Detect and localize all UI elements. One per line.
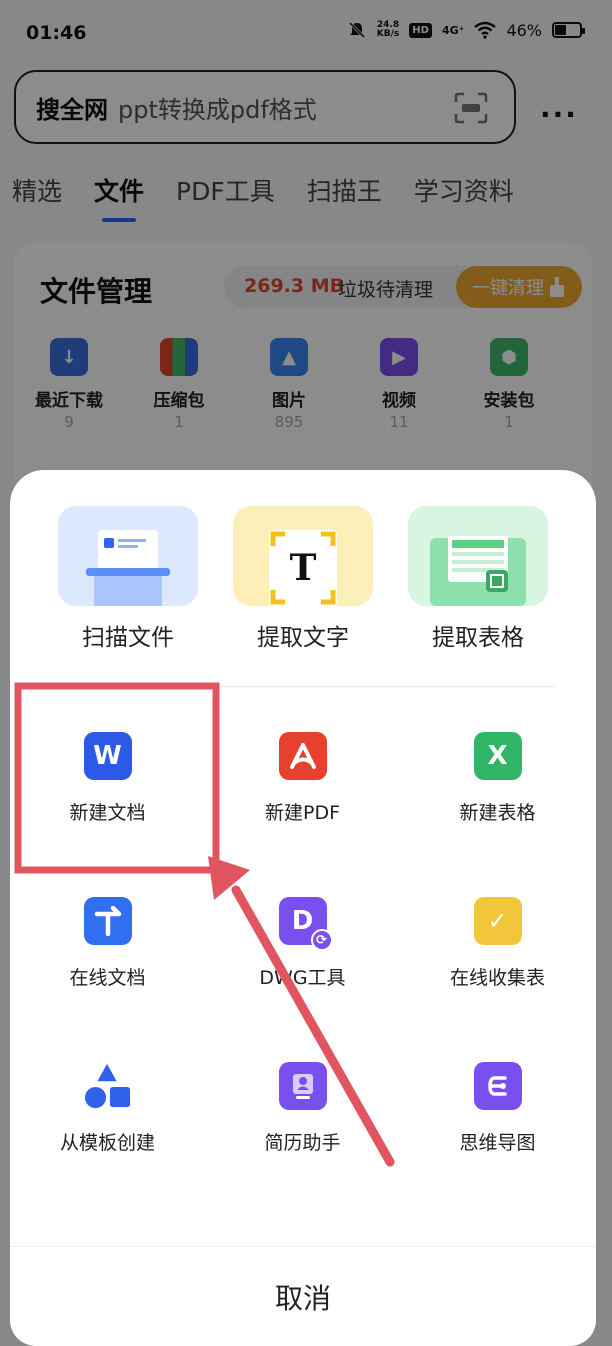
cancel-button[interactable]: 取消: [10, 1247, 596, 1346]
extract-text-icon: T: [233, 506, 373, 606]
excel-icon: X: [473, 732, 522, 780]
create-from-template-button[interactable]: 从模板创建: [10, 1062, 205, 1227]
mindmap-icon: [473, 1062, 522, 1110]
create-grid: W 新建文档 新建PDF X 新建表格 在线文档 D ⟳ DWG工具 ✓ 在线收…: [10, 732, 596, 1227]
grid-label: 新建文档: [69, 802, 146, 824]
resume-assistant-button[interactable]: 简历助手: [205, 1062, 400, 1227]
extract-text-tool[interactable]: T 提取文字: [233, 506, 373, 652]
pdf-icon: [278, 732, 327, 780]
grid-label: 从模板创建: [59, 1132, 155, 1154]
form-collect-icon: ✓: [473, 897, 522, 945]
grid-row: W 新建文档 新建PDF X 新建表格: [10, 732, 596, 897]
top-tools: 扫描文件 T 提取文字 提取表格: [10, 506, 596, 652]
svg-text:T: T: [290, 547, 317, 589]
tool-label: 扫描文件: [82, 625, 174, 651]
grid-row: 从模板创建 简历助手 思维导图: [10, 1062, 596, 1227]
section-divider: [50, 686, 556, 687]
scan-file-tool[interactable]: 扫描文件: [58, 506, 198, 652]
online-form-button[interactable]: ✓ 在线收集表: [400, 897, 595, 1062]
create-bottom-sheet: 扫描文件 T 提取文字 提取表格 W 新建文档 新建PDF X 新建表格 在线文…: [10, 470, 596, 1346]
mind-map-button[interactable]: 思维导图: [400, 1062, 595, 1227]
template-icon: [84, 1062, 132, 1110]
extract-table-icon: [408, 506, 548, 606]
word-icon: W: [83, 732, 132, 780]
grid-label: 思维导图: [459, 1132, 536, 1154]
grid-label: 新建表格: [459, 802, 536, 824]
tool-label: 提取文字: [257, 625, 349, 651]
new-pdf-button[interactable]: 新建PDF: [205, 732, 400, 897]
tool-label: 提取表格: [432, 625, 524, 651]
online-document-button[interactable]: 在线文档: [10, 897, 205, 1062]
new-document-button[interactable]: W 新建文档: [10, 732, 205, 897]
online-doc-icon: [83, 897, 132, 945]
grid-label: 简历助手: [264, 1132, 341, 1154]
sync-badge-icon: ⟳: [310, 929, 333, 951]
grid-label: DWG工具: [259, 967, 346, 989]
extract-table-tool[interactable]: 提取表格: [408, 506, 548, 652]
grid-label: 新建PDF: [264, 802, 341, 824]
scan-document-icon: [58, 506, 198, 606]
resume-icon: [278, 1062, 327, 1110]
grid-label: 在线收集表: [449, 967, 545, 989]
grid-label: 在线文档: [69, 967, 146, 989]
new-spreadsheet-button[interactable]: X 新建表格: [400, 732, 595, 897]
dwg-tool-button[interactable]: D ⟳ DWG工具: [205, 897, 400, 1062]
grid-row: 在线文档 D ⟳ DWG工具 ✓ 在线收集表: [10, 897, 596, 1062]
dwg-icon: D ⟳: [278, 897, 333, 951]
